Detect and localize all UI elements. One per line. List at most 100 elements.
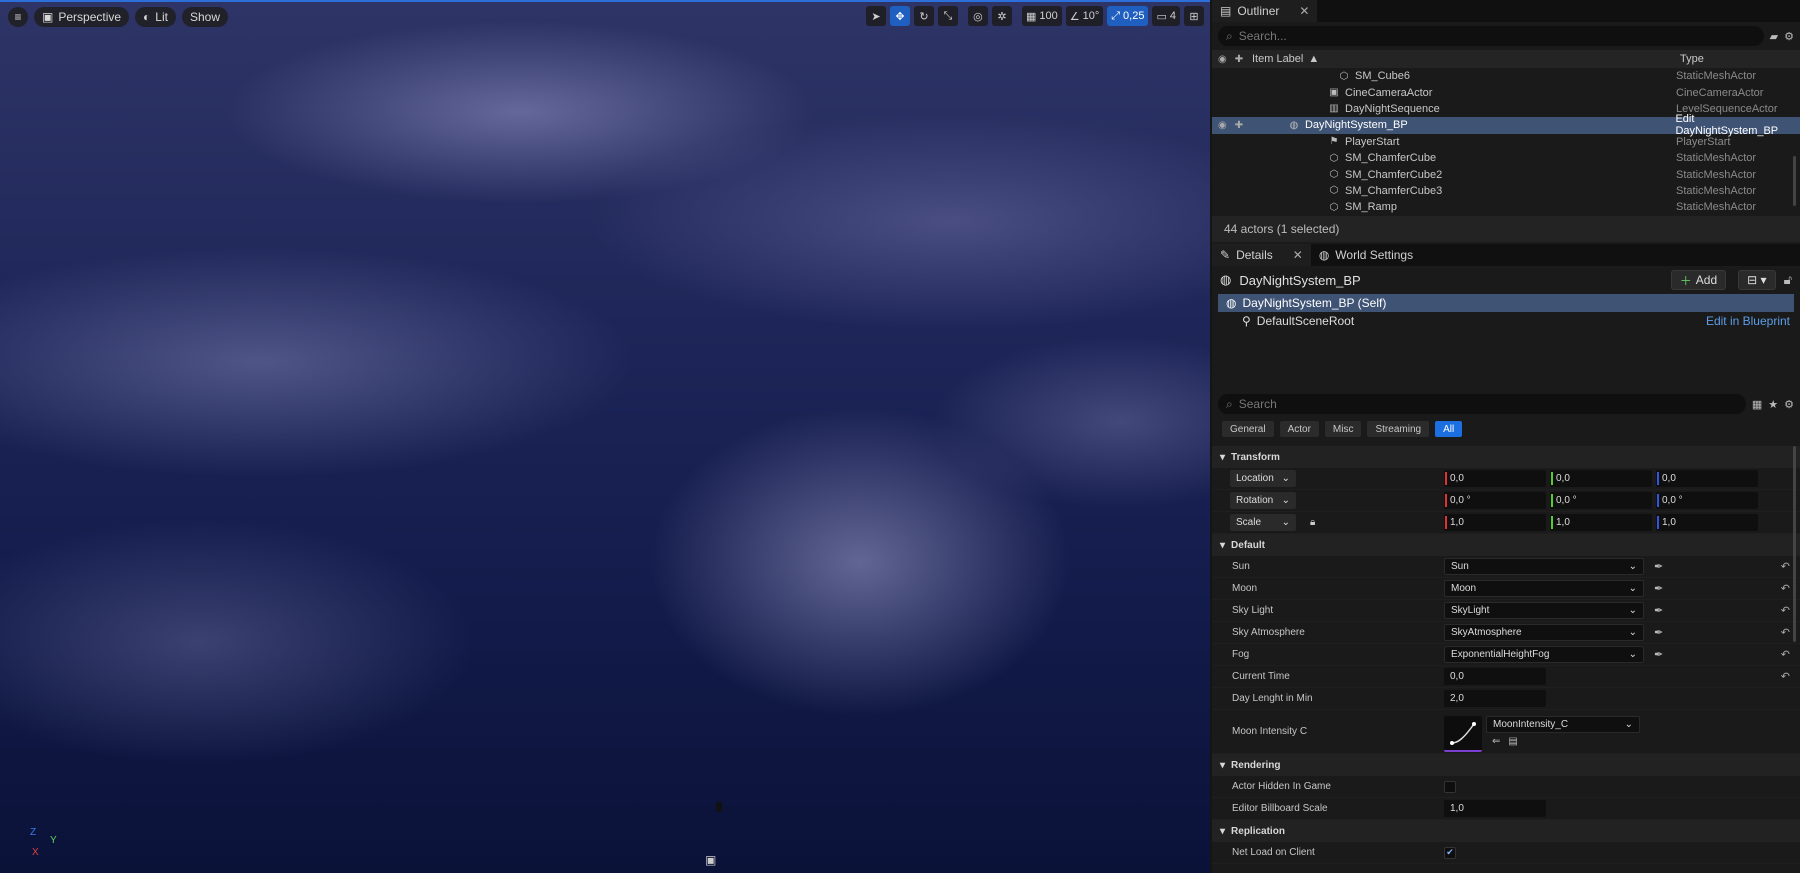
angle-snap-button[interactable]: ∠ 10° (1065, 6, 1104, 26)
curve-thumbnail[interactable] (1444, 715, 1482, 752)
use-selected-icon[interactable]: ⇐ (1492, 736, 1500, 747)
list-item[interactable]: ⚑ PlayerStart PlayerStart (1212, 134, 1800, 150)
eye-icon[interactable]: ◉ (1218, 120, 1227, 131)
outliner-search-input[interactable]: ⌕ Search... (1218, 26, 1764, 46)
add-folder-icon[interactable]: ▰ (1770, 30, 1778, 43)
eyedropper-icon[interactable]: ✒ (1654, 582, 1663, 595)
sun-select[interactable]: Sun ⌄ (1444, 558, 1644, 575)
list-item[interactable]: ⬡ SM_ChamferCube2 StaticMeshActor (1212, 166, 1800, 182)
list-item[interactable]: ⬡ SM_Cube6 StaticMeshActor (1212, 68, 1800, 84)
filter-all[interactable]: All (1435, 421, 1463, 437)
details-search-input[interactable]: ⌕ Search (1218, 394, 1746, 414)
sky-light-select[interactable]: SkyLight ⌄ (1444, 602, 1644, 619)
viewport-layout-button[interactable]: ⊞ (1184, 6, 1204, 26)
reset-icon[interactable]: ↶ (1781, 648, 1790, 661)
edit-in-blueprint-link[interactable]: Edit in Blueprint (1706, 314, 1790, 328)
rotation-x-field[interactable]: 0,0 ° (1444, 492, 1546, 509)
scale-snap-button[interactable]: ⤢ 0,25 (1107, 6, 1149, 26)
gear-icon[interactable]: ⚙ (1784, 398, 1794, 411)
viewport-menu-button[interactable]: ≡ (8, 7, 28, 27)
add-component-button[interactable]: ＋ Add (1670, 270, 1727, 290)
lock-icon[interactable]: 🔓︎ (1784, 272, 1792, 288)
table-view-icon[interactable]: ▦ (1752, 398, 1762, 411)
billboard-scale-field[interactable]: 1,0 (1444, 800, 1546, 817)
row-type[interactable]: Edit DayNightSystem_BP (1675, 113, 1800, 137)
lit-button[interactable]: ◐ Lit (135, 7, 176, 27)
day-length-field[interactable]: 2,0 (1444, 690, 1546, 707)
lock-icon[interactable]: 🔒︎ (1310, 517, 1315, 528)
eyedropper-icon[interactable]: ✒ (1654, 626, 1663, 639)
category-default[interactable]: ▾ Default (1212, 534, 1800, 556)
rotation-y-field[interactable]: 0,0 ° (1550, 492, 1652, 509)
close-icon[interactable]: ✕ (1293, 248, 1303, 262)
filter-general[interactable]: General (1222, 421, 1274, 437)
scale-tool-button[interactable]: ⤡ (937, 6, 958, 26)
location-y-field[interactable]: 0,0 (1550, 470, 1652, 487)
list-item[interactable]: ⬡ SM_ChamferCube3 StaticMeshActor (1212, 183, 1800, 199)
tab-world-settings[interactable]: ◍ World Settings (1311, 244, 1421, 266)
grid-snap-button[interactable]: ▦ 100 (1021, 6, 1062, 26)
eye-icon[interactable]: ◉ (1218, 54, 1227, 65)
eyedropper-icon[interactable]: ✒ (1654, 604, 1663, 617)
outliner-scrollbar[interactable] (1793, 156, 1796, 206)
rotation-z-field[interactable]: 0,0 ° (1656, 492, 1758, 509)
filter-misc[interactable]: Misc (1324, 421, 1362, 437)
list-item[interactable]: ⬡ SM_Ramp StaticMeshActor (1212, 199, 1800, 215)
scale-x-field[interactable]: 1,0 (1444, 514, 1546, 531)
moon-intensity-select[interactable]: MoonIntensity_C ⌄ (1486, 715, 1640, 733)
sky-atmosphere-select[interactable]: SkyAtmosphere ⌄ (1444, 624, 1644, 641)
filter-streaming[interactable]: Streaming (1367, 421, 1430, 437)
current-time-field[interactable]: 0,0 (1444, 668, 1546, 685)
list-item[interactable]: ⬡ SM_ChamferCube StaticMeshActor (1212, 150, 1800, 166)
category-transform[interactable]: ▾ Transform (1212, 446, 1800, 468)
reset-icon[interactable]: ↶ (1781, 582, 1790, 595)
category-replication[interactable]: ▾ Replication (1212, 820, 1800, 842)
perspective-button[interactable]: ▣ Perspective (34, 7, 130, 27)
list-item-selected[interactable]: ◉ ✚ ◍ DayNightSystem_BP Edit DayNightSyste… (1212, 113, 1800, 137)
reset-icon[interactable]: ↶ (1781, 670, 1790, 683)
tab-details[interactable]: ✎ Details ✕ (1212, 244, 1311, 266)
viewport-actor[interactable] (716, 802, 722, 812)
component-self[interactable]: ◍ DayNightSystem_BP (Self) (1218, 294, 1794, 312)
reset-icon[interactable]: ↶ (1781, 604, 1790, 617)
list-item[interactable]: ▣ CineCameraActor CineCameraActor (1212, 84, 1800, 100)
browse-icon[interactable]: ▤ (1508, 736, 1517, 747)
camera-actor-icon[interactable]: ▣ (705, 853, 716, 867)
location-x-field[interactable]: 0,0 (1444, 470, 1546, 487)
scale-z-field[interactable]: 1,0 (1656, 514, 1758, 531)
select-tool-button[interactable]: ➤ (865, 6, 886, 26)
star-icon[interactable]: ★ (1768, 398, 1778, 411)
reset-icon[interactable]: ↶ (1781, 626, 1790, 639)
location-mode-select[interactable]: Location ⌄ (1230, 470, 1296, 487)
rotate-tool-button[interactable]: ↻ (913, 6, 934, 26)
category-rendering[interactable]: ▾ Rendering (1212, 754, 1800, 776)
fog-select[interactable]: ExponentialHeightFog ⌄ (1444, 646, 1644, 663)
surface-snap-button[interactable]: ✲ (991, 6, 1012, 26)
column-item-label[interactable]: Item Label ▲ (1252, 53, 1676, 65)
eyedropper-icon[interactable]: ✒ (1654, 648, 1663, 661)
show-button[interactable]: Show (181, 7, 229, 27)
level-viewport[interactable]: ≡ ▣ Perspective ◐ Lit Show ➤ ✥ ↻ ⤡ ◎ ✲ ▦… (0, 0, 1210, 873)
camera-speed-button[interactable]: ▭ 4 (1152, 6, 1180, 26)
pin-icon[interactable]: ✚ (1235, 120, 1243, 131)
actor-hidden-checkbox[interactable] (1444, 780, 1456, 793)
tab-outliner[interactable]: ▤ Outliner ✕ (1212, 0, 1318, 22)
translate-tool-button[interactable]: ✥ (889, 6, 910, 26)
scale-mode-select[interactable]: Scale ⌄ (1230, 514, 1296, 531)
rotation-mode-select[interactable]: Rotation ⌄ (1230, 492, 1296, 509)
column-type[interactable]: Type (1676, 53, 1704, 65)
gear-icon[interactable]: ⚙ (1784, 30, 1794, 43)
net-load-checkbox[interactable]: ✔ (1444, 846, 1456, 859)
pin-icon[interactable]: ✚ (1235, 54, 1243, 65)
close-icon[interactable]: ✕ (1299, 4, 1309, 18)
eyedropper-icon[interactable]: ✒ (1654, 560, 1663, 573)
component-default-scene-root[interactable]: ⚲ DefaultSceneRoot Edit in Blueprint (1212, 312, 1800, 330)
filter-actor[interactable]: Actor (1279, 421, 1319, 437)
location-z-field[interactable]: 0,0 (1656, 470, 1758, 487)
blueprint-options-button[interactable]: ⊟ ▾ (1738, 270, 1776, 290)
reset-icon[interactable]: ↶ (1781, 560, 1790, 573)
scale-y-field[interactable]: 1,0 (1550, 514, 1652, 531)
world-local-button[interactable]: ◎ (967, 6, 988, 26)
details-scrollbar[interactable] (1793, 446, 1796, 642)
moon-select[interactable]: Moon ⌄ (1444, 580, 1644, 597)
